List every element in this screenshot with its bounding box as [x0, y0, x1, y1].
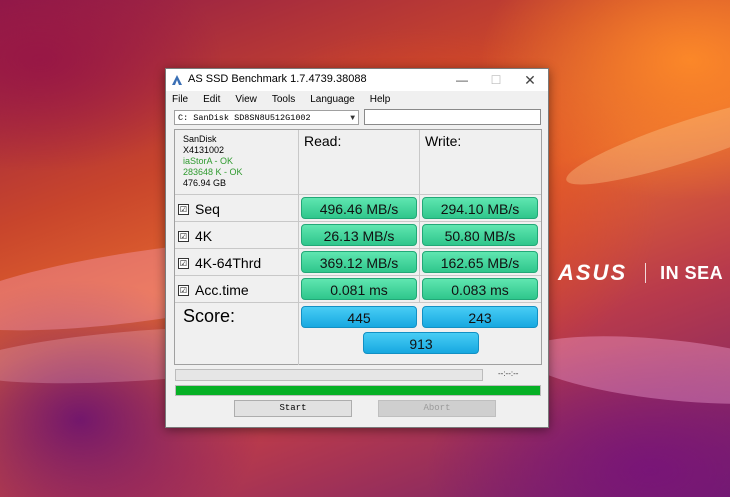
acc-time-write-result: 0.083 ms [422, 278, 538, 300]
score-label: Score: [183, 306, 236, 326]
elapsed-time: --:--:-- [498, 369, 519, 378]
as-ssd-window: AS SSD Benchmark 1.7.4739.38088 — ☐ ✕ Fi… [165, 68, 549, 428]
4k-64thrd-read-result: 369.12 MB/s [301, 251, 417, 273]
4k-64thrd-write-result: 162.65 MB/s [422, 251, 538, 273]
seq-read-result: 496.46 MB/s [301, 197, 417, 219]
4k-64thrd-label: 4K-64Thrd [195, 255, 262, 271]
drive-info: SanDisk X4131002 iaStorA - OK 283648 K -… [183, 134, 243, 189]
acc-time-label: Acc.time [195, 282, 249, 298]
menu-view[interactable]: View [235, 91, 257, 109]
test-row-4k-64thrd: ☑ 4K-64Thrd [178, 251, 261, 275]
total-score: 913 [363, 332, 479, 354]
drive-dropdown[interactable]: C: SanDisk SD8SN8U512G1002 ▼ [174, 110, 359, 125]
4k-64thrd-checkbox[interactable]: ☑ [178, 257, 189, 269]
start-button[interactable]: Start [234, 400, 352, 417]
overall-progress-bar [175, 385, 541, 396]
row-divider [175, 248, 541, 249]
menu-edit[interactable]: Edit [203, 91, 220, 109]
close-button[interactable]: ✕ [512, 69, 548, 91]
4k-checkbox[interactable]: ☑ [178, 230, 189, 242]
column-divider [419, 130, 420, 302]
title-bar[interactable]: AS SSD Benchmark 1.7.4739.38088 — ☐ ✕ [166, 69, 548, 91]
acc-time-checkbox[interactable]: ☑ [178, 284, 189, 296]
4k-label: 4K [195, 228, 213, 244]
abort-button[interactable]: Abort [378, 400, 496, 417]
test-progress-bar [175, 369, 483, 381]
test-row-acc-time: ☑ Acc.time [178, 278, 249, 302]
menu-help[interactable]: Help [370, 91, 391, 109]
read-score: 445 [301, 306, 417, 328]
brand-tagline: IN SEA [660, 262, 724, 283]
write-score: 243 [422, 306, 538, 328]
test-row-seq: ☑ Seq [178, 197, 220, 221]
driver-status: iaStorA - OK [183, 156, 234, 166]
wallpaper-stripe [560, 80, 730, 200]
chevron-down-icon[interactable]: ▼ [350, 111, 355, 126]
wallpaper-stripe [517, 324, 730, 416]
menu-tools[interactable]: Tools [272, 91, 295, 109]
4k-read-result: 26.13 MB/s [301, 224, 417, 246]
read-column-header: Read: [304, 133, 342, 149]
minimize-button[interactable]: — [444, 69, 480, 91]
write-column-header: Write: [425, 133, 462, 149]
test-row-4k: ☑ 4K [178, 224, 212, 248]
app-icon [172, 75, 182, 85]
asus-logo: ASUS [558, 260, 628, 285]
brand-divider [645, 263, 647, 283]
secondary-input-field[interactable] [364, 109, 541, 125]
row-divider [175, 302, 541, 303]
maximize-button[interactable]: ☐ [478, 69, 514, 91]
menu-language[interactable]: Language [310, 91, 355, 109]
window-title: AS SSD Benchmark 1.7.4739.38088 [188, 73, 367, 85]
4k-write-result: 50.80 MB/s [422, 224, 538, 246]
drive-size: 476.94 GB [183, 178, 227, 188]
seq-write-result: 294.10 MB/s [422, 197, 538, 219]
menu-file[interactable]: File [172, 91, 188, 109]
row-divider [175, 221, 541, 222]
seq-label: Seq [195, 201, 220, 217]
results-panel: SanDisk X4131002 iaStorA - OK 283648 K -… [174, 129, 542, 365]
seq-checkbox[interactable]: ☑ [178, 203, 189, 215]
drive-vendor: SanDisk [183, 134, 217, 144]
row-divider [175, 194, 541, 195]
drive-firmware: X4131002 [183, 145, 225, 155]
alignment-status: 283648 K - OK [183, 167, 243, 177]
row-divider [175, 275, 541, 276]
drive-dropdown-value: C: SanDisk SD8SN8U512G1002 [178, 113, 311, 123]
acc-time-read-result: 0.081 ms [301, 278, 417, 300]
asus-brand-banner: ASUS IN SEA [558, 258, 730, 288]
menu-bar: File Edit View Tools Language Help [166, 91, 554, 109]
